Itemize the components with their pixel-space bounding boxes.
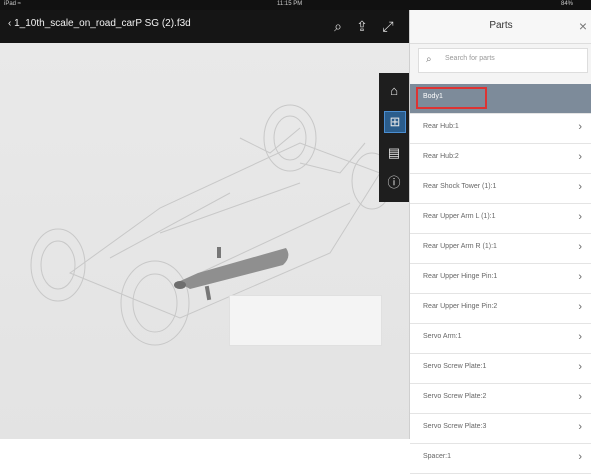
list-item[interactable]: Rear Shock Tower (1):1 › <box>410 174 591 204</box>
part-label: Servo Screw Plate:1 <box>423 363 487 370</box>
properties-icon[interactable]: ▤ <box>384 143 404 163</box>
tool-strip: ⌂ ⊞ ▤ ⓘ <box>379 73 409 202</box>
chevron-right-icon: › <box>578 391 582 403</box>
document-title: ‹ 1_10th_scale_on_road_carP SG (2).f3d <box>8 18 191 29</box>
chevron-right-icon: › <box>578 271 582 283</box>
battery-level: 84% <box>560 1 573 7</box>
home-icon[interactable]: ⌂ <box>384 81 404 101</box>
part-label: Rear Upper Arm L (1):1 <box>423 213 496 220</box>
chevron-right-icon: › <box>578 361 582 373</box>
chevron-right-icon: › <box>578 121 582 133</box>
chevron-right-icon: › <box>578 331 582 343</box>
top-toolbar: ‹ 1_10th_scale_on_road_carP SG (2).f3d ⌕… <box>0 10 409 43</box>
info-icon[interactable]: ⓘ <box>384 173 404 193</box>
parts-panel: Parts × ⌕ Search for parts Body1 Rear Hub… <box>409 10 591 474</box>
list-item[interactable]: Rear Upper Hinge Pin:2 › <box>410 294 591 324</box>
search-icon[interactable]: ⌕ <box>328 16 348 36</box>
search-input[interactable]: ⌕ Search for parts <box>418 48 588 73</box>
parts-panel-title: Parts <box>489 20 513 31</box>
share-icon[interactable]: ⇪ <box>352 16 372 36</box>
parts-panel-header: Parts × <box>410 10 591 44</box>
part-label: Servo Arm:1 <box>423 333 462 340</box>
chevron-right-icon: › <box>578 241 582 253</box>
document-name: 1_10th_scale_on_road_carP SG (2).f3d <box>14 18 191 29</box>
list-item[interactable]: Rear Upper Hinge Pin:1 › <box>410 264 591 294</box>
status-bar: iPad ≈ 11:15 PM 84% <box>0 0 591 10</box>
status-time: 11:15 PM <box>277 1 303 7</box>
selection-highlight-box <box>416 87 487 109</box>
blank-overlay <box>229 295 382 346</box>
part-label: Servo Screw Plate:3 <box>423 423 487 430</box>
part-label: Rear Hub:1 <box>423 123 459 130</box>
part-label: Rear Shock Tower (1):1 <box>423 183 497 190</box>
part-label: Rear Upper Hinge Pin:2 <box>423 303 498 310</box>
close-icon[interactable]: × <box>579 18 587 34</box>
chevron-right-icon: › <box>578 211 582 223</box>
part-label: Servo Screw Plate:2 <box>423 393 487 400</box>
chevron-right-icon: › <box>578 421 582 433</box>
chevron-right-icon: › <box>578 181 582 193</box>
parts-tree-icon[interactable]: ⊞ <box>384 111 406 133</box>
list-item[interactable]: Body1 <box>410 84 591 114</box>
device-label: iPad ≈ <box>4 1 21 7</box>
part-label: Spacer:1 <box>423 453 452 460</box>
list-item[interactable]: Servo Screw Plate:1 › <box>410 354 591 384</box>
list-item[interactable]: Spacer:1 › <box>410 444 591 474</box>
list-item[interactable]: Servo Screw Plate:2 › <box>410 384 591 414</box>
search-icon: ⌕ <box>426 54 432 65</box>
expand-icon[interactable]: ⤢ <box>378 16 398 36</box>
list-item[interactable]: Rear Hub:1 › <box>410 114 591 144</box>
search-placeholder: Search for parts <box>445 55 495 62</box>
part-label: Rear Upper Hinge Pin:1 <box>423 273 498 280</box>
chevron-right-icon: › <box>578 301 582 313</box>
list-item[interactable]: Servo Arm:1 › <box>410 324 591 354</box>
chevron-right-icon: › <box>578 451 582 463</box>
model-viewport[interactable] <box>0 43 409 439</box>
list-item[interactable]: Rear Upper Arm R (1):1 › <box>410 234 591 264</box>
list-item[interactable]: Servo Screw Plate:3 › <box>410 414 591 444</box>
model-rendering <box>30 104 393 346</box>
list-item[interactable]: Rear Upper Arm L (1):1 › <box>410 204 591 234</box>
list-item[interactable]: Rear Hub:2 › <box>410 144 591 174</box>
part-label: Rear Upper Arm R (1):1 <box>423 243 497 250</box>
body1-part[interactable] <box>174 247 289 301</box>
part-label: Rear Hub:2 <box>423 153 459 160</box>
chevron-right-icon: › <box>578 151 582 163</box>
back-button[interactable]: ‹ <box>8 18 11 29</box>
